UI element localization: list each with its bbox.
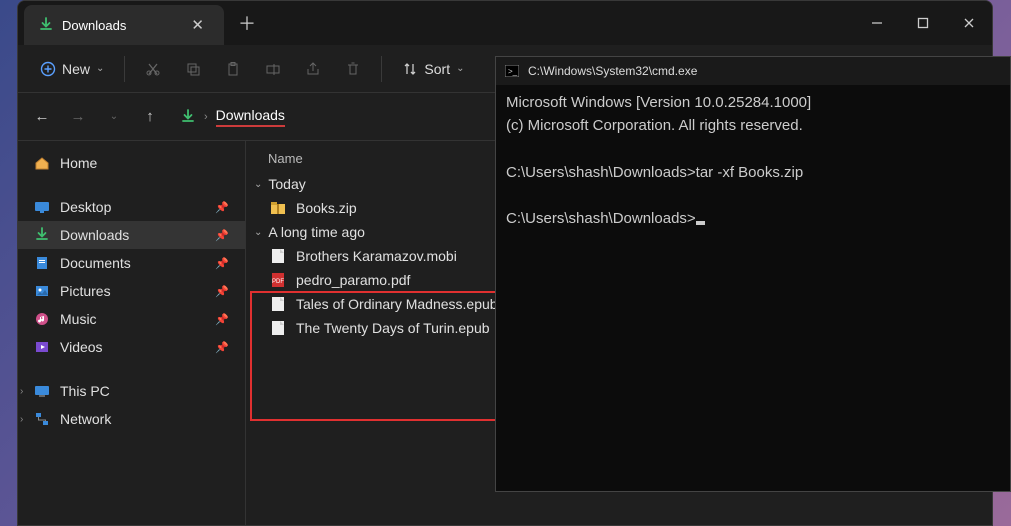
pdf-icon: PDF — [270, 272, 286, 288]
tab-title: Downloads — [62, 18, 177, 33]
chevron-right-icon: › — [204, 111, 208, 123]
file-icon — [270, 248, 286, 264]
chevron-right-icon: › — [20, 414, 23, 425]
forward-button[interactable]: → — [62, 101, 94, 133]
pin-icon: 📌 — [215, 229, 229, 242]
file-name: pedro_paramo.pdf — [296, 272, 410, 288]
file-icon — [270, 320, 286, 336]
download-icon — [180, 109, 196, 125]
network-icon — [34, 411, 50, 427]
file-icon — [270, 296, 286, 312]
sidebar-item-downloads[interactable]: Downloads 📌 — [18, 221, 245, 249]
sidebar-item-desktop[interactable]: Desktop 📌 — [18, 193, 245, 221]
cmd-prompt: C:\Users\shash\Downloads> — [506, 164, 696, 181]
file-name: Brothers Karamazov.mobi — [296, 248, 457, 264]
chevron-down-icon: ⌄ — [96, 63, 104, 74]
home-icon — [34, 155, 50, 171]
chevron-down-icon: ⌄ — [254, 227, 262, 238]
chevron-right-icon: › — [20, 386, 23, 397]
sort-button[interactable]: Sort ⌄ — [392, 55, 474, 83]
pin-icon: 📌 — [215, 313, 229, 326]
zip-icon — [270, 200, 286, 216]
maximize-button[interactable] — [900, 1, 946, 45]
close-button[interactable] — [946, 1, 992, 45]
file-name: The Twenty Days of Turin.epub — [296, 320, 490, 336]
window-controls — [854, 1, 992, 45]
pin-icon: 📌 — [215, 201, 229, 214]
sidebar-item-label: Videos — [60, 339, 103, 355]
pin-icon: 📌 — [215, 341, 229, 354]
desktop-icon — [34, 199, 50, 215]
sidebar-item-this-pc[interactable]: › This PC — [18, 377, 245, 405]
up-button[interactable]: ↑ — [134, 101, 166, 133]
back-button[interactable]: ← — [26, 101, 58, 133]
cmd-command: tar -xf Books.zip — [696, 164, 804, 181]
tab-close-button[interactable]: ✕ — [185, 14, 210, 36]
sidebar-item-label: This PC — [60, 383, 110, 399]
delete-button[interactable] — [335, 55, 371, 83]
sidebar-item-label: Documents — [60, 255, 131, 271]
cmd-titlebar[interactable]: >_ C:\Windows\System32\cmd.exe — [496, 57, 1010, 85]
breadcrumb[interactable]: › Downloads — [180, 107, 285, 127]
separator — [381, 56, 382, 82]
breadcrumb-current: Downloads — [216, 107, 285, 127]
sort-label: Sort — [424, 61, 450, 77]
share-button[interactable] — [295, 55, 331, 83]
sidebar-item-label: Pictures — [60, 283, 111, 299]
pin-icon: 📌 — [215, 257, 229, 270]
download-icon — [34, 227, 50, 243]
cmd-window: >_ C:\Windows\System32\cmd.exe Microsoft… — [495, 56, 1011, 492]
sidebar-item-home[interactable]: Home — [18, 149, 245, 177]
sidebar-item-label: Music — [60, 311, 97, 327]
sidebar-item-network[interactable]: › Network — [18, 405, 245, 433]
group-label: Today — [268, 176, 305, 192]
pin-icon: 📌 — [215, 285, 229, 298]
sidebar-item-pictures[interactable]: Pictures 📌 — [18, 277, 245, 305]
titlebar: Downloads ✕ ＋ — [18, 1, 992, 45]
sidebar-item-label: Network — [60, 411, 111, 427]
cmd-icon: >_ — [504, 63, 520, 79]
chevron-down-icon: ⌄ — [254, 179, 262, 190]
cmd-title-text: C:\Windows\System32\cmd.exe — [528, 64, 697, 78]
cmd-output[interactable]: Microsoft Windows [Version 10.0.25284.10… — [496, 85, 1010, 237]
chevron-down-icon: ⌄ — [456, 63, 464, 74]
sidebar-item-documents[interactable]: Documents 📌 — [18, 249, 245, 277]
svg-text:>_: >_ — [508, 67, 518, 76]
cursor — [696, 221, 705, 225]
sidebar-item-videos[interactable]: Videos 📌 — [18, 333, 245, 361]
pictures-icon — [34, 283, 50, 299]
sidebar: Home Desktop 📌 Downloads 📌 Documents 📌 P… — [18, 141, 246, 525]
paste-button[interactable] — [215, 55, 251, 83]
cmd-prompt: C:\Users\shash\Downloads> — [506, 210, 696, 227]
sidebar-item-label: Desktop — [60, 199, 111, 215]
group-label: A long time ago — [268, 224, 365, 240]
sidebar-item-music[interactable]: Music 📌 — [18, 305, 245, 333]
cmd-line: (c) Microsoft Corporation. All rights re… — [506, 117, 803, 134]
new-button[interactable]: New ⌄ — [30, 55, 114, 83]
sidebar-item-label: Downloads — [60, 227, 129, 243]
videos-icon — [34, 339, 50, 355]
file-name: Tales of Ordinary Madness.epub — [296, 296, 498, 312]
recent-button[interactable]: ⌄ — [98, 101, 130, 133]
separator — [124, 56, 125, 82]
music-icon — [34, 311, 50, 327]
document-icon — [34, 255, 50, 271]
cut-button[interactable] — [135, 55, 171, 83]
cmd-line: Microsoft Windows [Version 10.0.25284.10… — [506, 94, 811, 111]
copy-button[interactable] — [175, 55, 211, 83]
new-tab-button[interactable]: ＋ — [224, 1, 270, 45]
minimize-button[interactable] — [854, 1, 900, 45]
rename-button[interactable] — [255, 55, 291, 83]
tab-downloads[interactable]: Downloads ✕ — [24, 5, 224, 45]
sidebar-item-label: Home — [60, 155, 97, 171]
new-label: New — [62, 61, 90, 77]
file-name: Books.zip — [296, 200, 357, 216]
pc-icon — [34, 383, 50, 399]
download-icon — [38, 17, 54, 33]
svg-text:PDF: PDF — [272, 279, 284, 285]
